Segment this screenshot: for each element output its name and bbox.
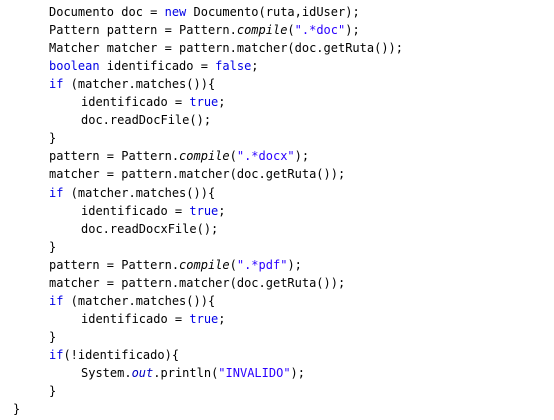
- code-line: pattern = Pattern.compile(".*docx");: [49, 147, 309, 165]
- code-token-italic: compile: [179, 149, 230, 164]
- code-token-plain: }: [49, 384, 57, 399]
- code-line: if(!identificado){: [49, 346, 179, 364]
- code-token-keyword: true: [189, 203, 219, 218]
- code-line: identificado = true;: [81, 310, 226, 328]
- code-token-plain: doc.readDocxFile();: [81, 221, 219, 236]
- code-token-plain: }: [13, 402, 21, 417]
- code-token-plain: identificado =: [99, 59, 216, 74]
- code-token-italic: compile: [236, 23, 288, 38]
- code-line: if (matcher.matches()){: [49, 184, 215, 202]
- code-token-plain: }: [49, 239, 57, 254]
- code-token-italic: compile: [179, 257, 230, 272]
- code-token-keyword: if: [49, 347, 64, 362]
- code-line: Documento doc = new Documento(ruta,idUse…: [49, 3, 360, 21]
- code-token-plain: doc.readDocFile();: [81, 113, 212, 128]
- code-token-plain: Documento(ruta,idUser);: [186, 5, 360, 19]
- code-token-plain: Pattern pattern = Pattern.: [49, 23, 237, 38]
- code-token-plain: }: [49, 329, 57, 344]
- code-token-string: ".*docx": [236, 149, 295, 164]
- code-token-plain: (: [287, 23, 295, 38]
- code-line: Pattern pattern = Pattern.compile(".*doc…: [49, 21, 360, 39]
- code-line: identificado = true;: [81, 202, 226, 220]
- code-token-plain: matcher = pattern.matcher(doc.getRuta())…: [49, 167, 346, 182]
- code-token-plain: (matcher.matches()){: [63, 77, 216, 92]
- code-token-plain: ;: [218, 95, 226, 110]
- code-token-plain: }: [49, 131, 57, 146]
- code-token-plain: identificado =: [81, 203, 190, 218]
- code-token-field: out: [131, 366, 154, 380]
- code-token-plain: ;: [251, 59, 259, 74]
- code-token-string: ".*doc": [294, 23, 346, 38]
- code-line: identificado = true;: [81, 93, 226, 111]
- code-token-plain: (matcher.matches()){: [63, 293, 216, 308]
- code-line: System.out.println("INVALIDO");: [81, 364, 305, 382]
- code-line: }: [49, 129, 56, 147]
- code-line: }: [49, 328, 56, 346]
- code-token-plain: Documento doc =: [49, 5, 165, 19]
- code-token-plain: .println(: [153, 366, 219, 380]
- code-token-plain: ;: [218, 311, 226, 326]
- code-token-plain: Matcher matcher = pattern.matcher(doc.ge…: [49, 41, 404, 56]
- code-token-keyword: new: [164, 5, 187, 19]
- code-token-string: ".*pdf": [236, 257, 288, 272]
- code-token-plain: );: [294, 149, 310, 164]
- code-line: matcher = pattern.matcher(doc.getRuta())…: [49, 274, 345, 292]
- code-token-keyword: true: [189, 311, 219, 326]
- code-line: }: [13, 400, 20, 418]
- code-line: boolean identificado = false;: [49, 57, 259, 75]
- code-line: if (matcher.matches()){: [49, 75, 215, 93]
- code-token-keyword: true: [189, 95, 219, 110]
- code-token-plain: );: [290, 366, 305, 380]
- code-token-plain: pattern = Pattern.: [49, 149, 180, 164]
- code-line: pattern = Pattern.compile(".*pdf");: [49, 256, 302, 274]
- code-token-plain: ;: [218, 203, 226, 218]
- code-line: if (matcher.matches()){: [49, 292, 215, 310]
- code-token-plain: pattern = Pattern.: [49, 257, 180, 272]
- code-token-plain: (!identificado){: [63, 347, 180, 362]
- code-token-plain: (: [229, 149, 237, 164]
- code-editor[interactable]: Documento doc = new Documento(ruta,idUse…: [0, 0, 554, 420]
- code-token-plain: (: [229, 257, 237, 272]
- code-token-plain: matcher = pattern.matcher(doc.getRuta())…: [49, 275, 346, 290]
- code-token-plain: (matcher.matches()){: [63, 185, 216, 200]
- code-line: matcher = pattern.matcher(doc.getRuta())…: [49, 165, 345, 183]
- code-token-keyword: if: [49, 293, 64, 308]
- code-token-string: "INVALIDO": [218, 366, 291, 380]
- code-line: doc.readDocFile();: [81, 111, 211, 129]
- code-token-keyword: boolean: [49, 59, 100, 74]
- code-token-keyword: false: [215, 59, 252, 74]
- code-token-plain: );: [345, 23, 360, 38]
- code-line: }: [49, 382, 56, 400]
- code-token-keyword: if: [49, 77, 64, 92]
- code-line: doc.readDocxFile();: [81, 220, 218, 238]
- code-token-plain: identificado =: [81, 311, 190, 326]
- code-line: Matcher matcher = pattern.matcher(doc.ge…: [49, 39, 403, 57]
- code-token-keyword: if: [49, 185, 64, 200]
- code-token-plain: identificado =: [81, 95, 190, 110]
- code-token-plain: );: [287, 257, 302, 272]
- code-line: }: [49, 238, 56, 256]
- code-token-plain: System.: [81, 366, 132, 380]
